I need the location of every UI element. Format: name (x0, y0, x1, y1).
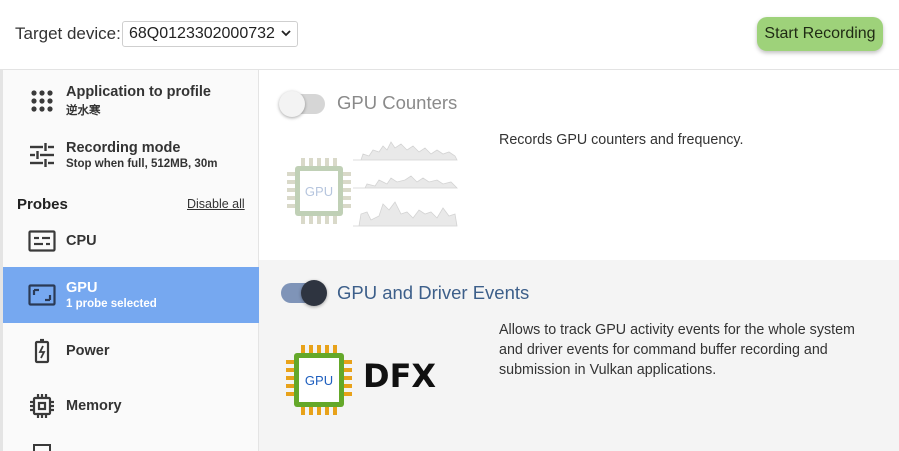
gpu-icon (27, 280, 57, 310)
dfx-logo-text: DFX (363, 357, 437, 395)
sliders-icon (27, 140, 57, 170)
probe-detail-panel: GPU Counters GPU Records GPU counters an… (259, 70, 899, 451)
gpu-counters-section: GPU Counters GPU Records GPU counters an… (259, 70, 899, 260)
gpu-counters-title: GPU Counters (337, 92, 458, 113)
cpu-icon (27, 226, 57, 256)
sidebar-item-sublabel: 1 probe selected (66, 298, 157, 310)
start-recording-button[interactable]: Start Recording (757, 17, 883, 51)
sidebar-item-partial (33, 444, 51, 451)
svg-text:GPU: GPU (305, 184, 333, 199)
target-device-value: 68Q0123302000732 (129, 25, 275, 42)
sidebar-item-label: Recording mode (66, 140, 181, 156)
memory-chip-icon (27, 391, 57, 421)
target-device-select[interactable]: 68Q0123302000732 (122, 21, 298, 47)
description-line: submission in Vulkan applications. (499, 362, 717, 378)
gpu-driver-events-title: GPU and Driver Events (337, 282, 530, 303)
sidebar-item-recording-mode[interactable]: Recording mode Stop when full, 512MB, 30… (3, 132, 259, 178)
disable-all-link[interactable]: Disable all (187, 197, 245, 211)
apps-grid-icon (27, 86, 57, 116)
sidebar-item-label: CPU (66, 233, 97, 249)
battery-icon (27, 336, 57, 366)
sidebar-item-sublabel: Stop when full, 512MB, 30m (66, 158, 218, 170)
sidebar-item-application[interactable]: Application to profile 逆水寒 (3, 78, 259, 124)
sidebar-item-power[interactable]: Power (3, 328, 259, 374)
gpu-driver-events-section: GPU and Driver Events GPU DFX Allows to … (259, 260, 899, 451)
chevron-down-icon (281, 28, 291, 40)
sidebar-item-cpu[interactable]: CPU (3, 218, 259, 264)
sidebar-item-memory[interactable]: Memory (3, 383, 259, 429)
gpu-counters-description: Records GPU counters and frequency. (499, 132, 744, 148)
gpu-driver-events-description: Allows to track GPU activity events for … (499, 320, 889, 380)
top-bar: Target device: 68Q0123302000732 Start Re… (0, 0, 899, 70)
sidebar-item-label: GPU (66, 280, 98, 296)
sidebar-item-label: Power (66, 343, 110, 359)
gpu-chip-label: GPU (305, 373, 333, 388)
description-line: and driver events for command buffer rec… (499, 342, 828, 358)
gpu-counters-illustration-icon: GPU (287, 141, 458, 227)
sidebar: Application to profile 逆水寒 Recording mod… (0, 70, 259, 451)
gpu-counters-toggle[interactable] (279, 91, 325, 117)
target-device-label: Target device: (15, 24, 121, 43)
sidebar-item-sublabel: 逆水寒 (66, 105, 101, 117)
gpu-driver-events-toggle[interactable] (281, 280, 327, 306)
sidebar-item-label: Memory (66, 398, 122, 414)
sidebar-item-gpu[interactable]: GPU 1 probe selected (3, 267, 259, 323)
gpu-chip-icon: GPU (286, 345, 352, 415)
description-line: Allows to track GPU activity events for … (499, 322, 855, 338)
sidebar-item-label: Application to profile (66, 84, 211, 100)
probes-heading: Probes (17, 196, 68, 213)
